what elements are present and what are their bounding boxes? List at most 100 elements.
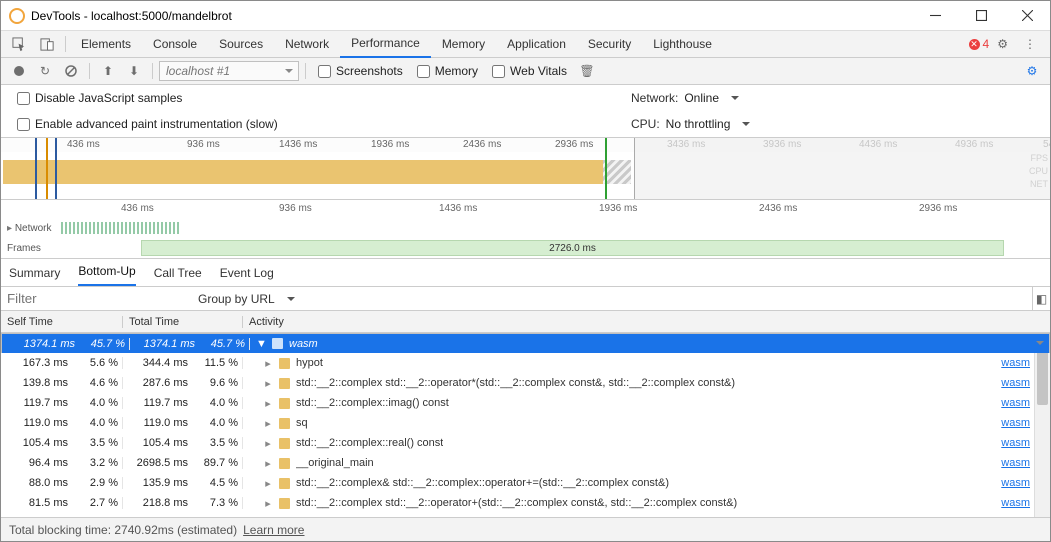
frames-track-row[interactable]: Frames 2726.0 ms bbox=[1, 238, 1050, 258]
advanced-paint-checkbox[interactable]: Enable advanced paint instrumentation (s… bbox=[17, 117, 278, 131]
devtools-tabstrip: ElementsConsoleSourcesNetworkPerformance… bbox=[1, 31, 1050, 58]
learn-more-link[interactable]: Learn more bbox=[243, 523, 304, 537]
tick: 2936 ms bbox=[555, 139, 593, 150]
cpu-throttle-select[interactable]: No throttling bbox=[666, 117, 751, 131]
tick: 436 ms bbox=[67, 139, 100, 150]
expand-toggle-icon[interactable]: ▸ bbox=[263, 377, 273, 390]
cpu-label: CPU: bbox=[631, 117, 660, 131]
timeline-detail[interactable]: 436 ms936 ms1436 ms1936 ms2436 ms2936 ms… bbox=[1, 200, 1050, 259]
disable-js-samples-checkbox[interactable]: Disable JavaScript samples bbox=[17, 91, 182, 105]
tick: 1436 ms bbox=[439, 203, 477, 214]
tab-network[interactable]: Network bbox=[274, 31, 340, 58]
reload-record-button[interactable]: ↻ bbox=[33, 59, 57, 83]
analysis-tab-bottom-up[interactable]: Bottom-Up bbox=[78, 258, 135, 286]
activity-name: __original_main bbox=[296, 457, 374, 469]
col-self-time[interactable]: Self Time bbox=[1, 316, 123, 328]
load-profile-button[interactable]: ⬆ bbox=[96, 59, 120, 83]
table-row[interactable]: 81.5 ms2.7 %218.8 ms7.3 %▸std::__2::comp… bbox=[1, 493, 1050, 513]
record-button[interactable] bbox=[7, 59, 31, 83]
analysis-tab-call-tree[interactable]: Call Tree bbox=[154, 260, 202, 286]
tab-security[interactable]: Security bbox=[577, 31, 642, 58]
table-row[interactable]: 88.0 ms2.9 %135.9 ms4.5 %▸std::__2::comp… bbox=[1, 473, 1050, 493]
category-color-icon bbox=[279, 358, 290, 369]
devtools-app-icon bbox=[9, 8, 25, 24]
category-color-icon bbox=[279, 478, 290, 489]
save-profile-button[interactable]: ⬇ bbox=[122, 59, 146, 83]
expand-toggle-icon[interactable]: ▸ bbox=[263, 497, 273, 510]
expand-toggle-icon[interactable]: ▸ bbox=[263, 437, 273, 450]
tick: 936 ms bbox=[279, 203, 312, 214]
toggle-sidebar-icon[interactable]: ◧ bbox=[1032, 287, 1050, 311]
timeline-overview[interactable]: 436 ms936 ms1436 ms1936 ms2436 ms2936 ms… bbox=[1, 138, 1050, 200]
tab-console[interactable]: Console bbox=[142, 31, 208, 58]
device-toolbar-icon[interactable] bbox=[33, 37, 61, 52]
network-throttle-select[interactable]: Online bbox=[684, 91, 739, 105]
category-color-icon bbox=[279, 438, 290, 449]
tab-lighthouse[interactable]: Lighthouse bbox=[642, 31, 723, 58]
analysis-tab-summary[interactable]: Summary bbox=[9, 260, 60, 286]
memory-checkbox[interactable]: Memory bbox=[417, 64, 478, 78]
expand-toggle-icon[interactable]: ▸ bbox=[263, 477, 273, 490]
expand-toggle-icon[interactable]: ▸ bbox=[263, 357, 273, 370]
table-row[interactable]: 139.8 ms4.6 %287.6 ms9.6 %▸std::__2::com… bbox=[1, 373, 1050, 393]
window-titlebar: DevTools - localhost:5000/mandelbrot bbox=[1, 1, 1050, 31]
performance-toolbar: ↻ ⬆ ⬇ localhost #1 Screenshots Memory We… bbox=[1, 58, 1050, 85]
error-icon: ✕ bbox=[969, 39, 980, 50]
category-color-icon bbox=[279, 398, 290, 409]
activity-name: std::__2::complex& std::__2::complex::op… bbox=[296, 477, 669, 489]
activity-name: std::__2::complex::real() const bbox=[296, 437, 443, 449]
table-row[interactable]: 105.4 ms3.5 %105.4 ms3.5 %▸std::__2::com… bbox=[1, 433, 1050, 453]
tick: 936 ms bbox=[187, 139, 220, 150]
table-row[interactable]: 1374.1 ms45.7 %1374.1 ms45.7 %▼wasm bbox=[1, 333, 1050, 353]
blocking-time-text: Total blocking time: 2740.92ms (estimate… bbox=[9, 523, 237, 537]
table-row[interactable]: 119.7 ms4.0 %119.7 ms4.0 %▸std::__2::com… bbox=[1, 393, 1050, 413]
tab-elements[interactable]: Elements bbox=[70, 31, 142, 58]
tick: 2436 ms bbox=[463, 139, 501, 150]
tab-performance[interactable]: Performance bbox=[340, 31, 431, 58]
network-label: Network: bbox=[631, 91, 678, 105]
delete-profile-button[interactable]: 🗑 bbox=[575, 59, 599, 83]
tab-application[interactable]: Application bbox=[496, 31, 577, 58]
error-count-badge[interactable]: ✕4 bbox=[969, 37, 990, 51]
category-color-icon bbox=[279, 378, 290, 389]
inspect-element-icon[interactable] bbox=[5, 37, 33, 52]
bottom-up-table-header: Self Time Total Time Activity bbox=[1, 311, 1050, 333]
col-activity[interactable]: Activity bbox=[243, 316, 1050, 328]
category-color-icon bbox=[279, 458, 290, 469]
table-row[interactable]: 96.4 ms3.2 %2698.5 ms89.7 %▸__original_m… bbox=[1, 453, 1050, 473]
profile-selector[interactable]: localhost #1 bbox=[159, 61, 299, 81]
capture-settings-gear-icon[interactable]: ⚙ bbox=[1020, 59, 1044, 83]
analysis-tab-event-log[interactable]: Event Log bbox=[220, 260, 274, 286]
tab-sources[interactable]: Sources bbox=[208, 31, 274, 58]
network-track-row[interactable]: Network bbox=[1, 218, 1050, 238]
expand-toggle-icon[interactable]: ▸ bbox=[263, 397, 273, 410]
capture-settings-panel: Disable JavaScript samples Network: Onlin… bbox=[1, 85, 1050, 138]
col-total-time[interactable]: Total Time bbox=[123, 316, 243, 328]
table-row[interactable]: 167.3 ms5.6 %344.4 ms11.5 %▸hypotwasm bbox=[1, 353, 1050, 373]
table-row[interactable]: 119.0 ms4.0 %119.0 ms4.0 %▸sqwasm bbox=[1, 413, 1050, 433]
screenshots-checkbox[interactable]: Screenshots bbox=[318, 64, 403, 78]
group-by-select[interactable]: Group by URL bbox=[190, 292, 330, 306]
filter-input[interactable] bbox=[1, 288, 190, 310]
window-maximize-button[interactable] bbox=[958, 1, 1004, 31]
devtools-window: DevTools - localhost:5000/mandelbrot Ele… bbox=[0, 0, 1051, 542]
more-menu-icon[interactable]: ⋮ bbox=[1016, 37, 1044, 51]
scrollbar[interactable] bbox=[1034, 333, 1050, 517]
frame-block[interactable]: 2726.0 ms bbox=[141, 240, 1004, 256]
expand-toggle-icon[interactable]: ▼ bbox=[256, 338, 266, 350]
webvitals-checkbox[interactable]: Web Vitals bbox=[492, 64, 567, 78]
clear-button[interactable] bbox=[59, 59, 83, 83]
status-bar: Total blocking time: 2740.92ms (estimate… bbox=[1, 517, 1050, 541]
window-minimize-button[interactable] bbox=[912, 1, 958, 31]
bottom-up-filter-row: Group by URL ◧ bbox=[1, 287, 1050, 311]
expand-toggle-icon[interactable]: ▸ bbox=[263, 457, 273, 470]
settings-gear-icon[interactable]: ⚙ bbox=[989, 37, 1016, 51]
activity-name: std::__2::complex std::__2::operator*(st… bbox=[296, 377, 735, 389]
tick: 2936 ms bbox=[919, 203, 957, 214]
window-close-button[interactable] bbox=[1004, 1, 1050, 31]
expand-toggle-icon[interactable]: ▸ bbox=[263, 417, 273, 430]
window-title: DevTools - localhost:5000/mandelbrot bbox=[31, 9, 912, 23]
category-color-icon bbox=[279, 498, 290, 509]
activity-name: sq bbox=[296, 417, 308, 429]
tab-memory[interactable]: Memory bbox=[431, 31, 496, 58]
